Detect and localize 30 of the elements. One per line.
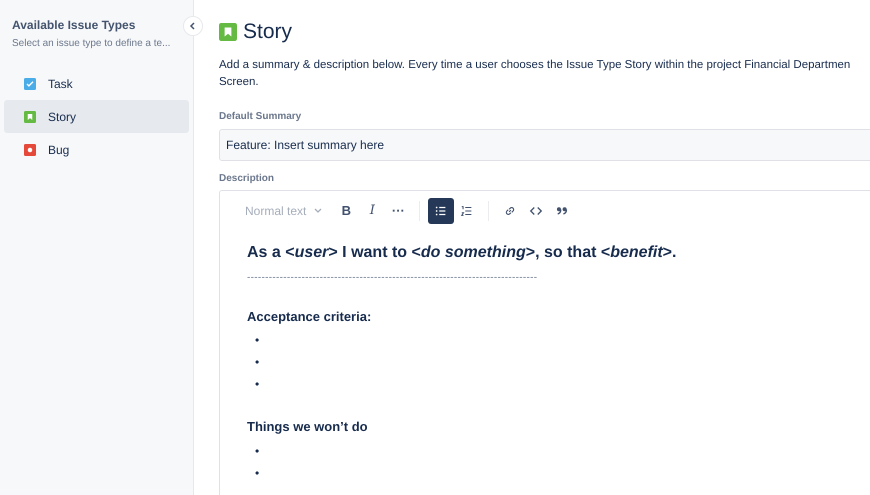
bookmark-icon	[219, 22, 237, 41]
description-text: Add a summary & description below. Every time a user chooses the Issue Type Story within the project Financial Departmen	[219, 58, 852, 72]
issue-type-item[interactable]: Story	[4, 100, 189, 133]
bullet-point: •	[254, 442, 260, 460]
bullet-point: •	[254, 332, 260, 349]
collapse-button[interactable]	[183, 16, 203, 36]
italic-button[interactable]: I	[359, 198, 386, 224]
bullet-point: •	[254, 464, 260, 482]
issue-type-item[interactable]: Task	[4, 67, 189, 100]
numbered-list-icon	[460, 204, 474, 218]
description-text: Screen.	[219, 74, 260, 90]
dashed-line-text: --------------------------------------------------------------------------------	[247, 270, 538, 284]
chevron-down-icon	[314, 208, 322, 214]
bullet-list-icon	[434, 204, 448, 218]
bold-button[interactable]: B	[333, 198, 360, 224]
issue-type-item[interactable]: Bug	[4, 133, 189, 166]
bullets-button[interactable]	[428, 198, 454, 224]
bullet-point: •	[254, 354, 260, 371]
chevron-left-icon	[189, 22, 197, 30]
sidebar-subtitle: Select an issue type to define a te...	[11, 37, 172, 51]
heading-text: As a <user> I want to <do something>, so that <benefit>.	[247, 242, 678, 262]
section-heading: Acceptance criteria:	[247, 308, 372, 326]
page-title: Story	[243, 19, 292, 45]
section-heading: Things we won’t do	[247, 418, 369, 436]
bullet-point: •	[254, 376, 260, 393]
field-label: Default Summary	[219, 110, 302, 124]
more-button[interactable]: ···	[385, 198, 412, 224]
field-label: Description	[219, 172, 276, 186]
sidebar-title: Available Issue Types	[11, 17, 136, 34]
summary-field[interactable]: Feature: Insert summary here	[219, 128, 870, 160]
